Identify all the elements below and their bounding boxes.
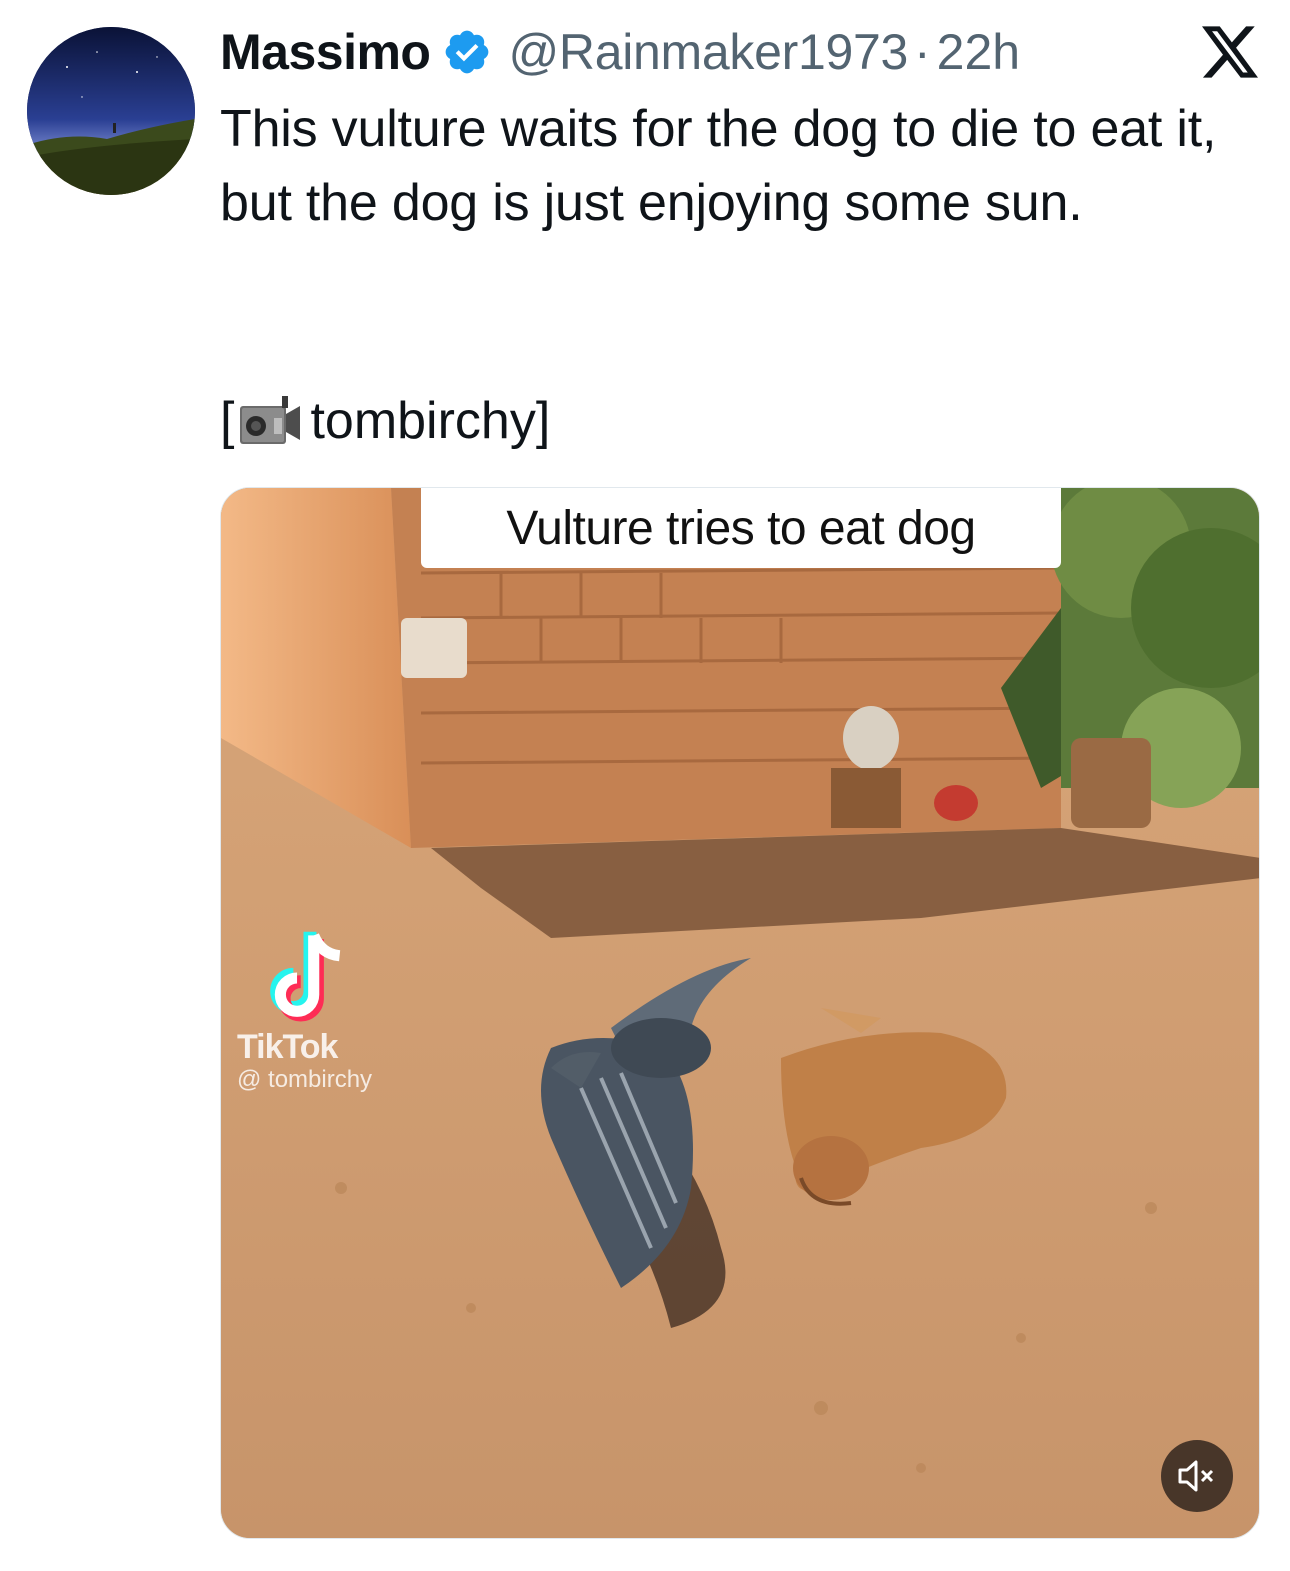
video-caption: Vulture tries to eat dog (421, 488, 1061, 568)
tiktok-username: @ tombirchy (237, 1066, 373, 1093)
display-name[interactable]: Massimo (220, 23, 431, 81)
avatar[interactable] (27, 27, 195, 195)
credit-bracket: [ (220, 392, 235, 450)
video-camera-icon (240, 396, 301, 444)
avatar-night-sky-icon (27, 27, 195, 195)
tiktok-logo-icon (270, 931, 341, 1022)
tweet-card: Massimo @Rainmaker1973 · 22h This vultur… (0, 0, 1290, 1571)
timestamp[interactable]: 22h (937, 23, 1020, 81)
video-player[interactable]: Vulture tries to eat dog TikTok @ tombir… (220, 487, 1260, 1539)
tweet-header: Massimo @Rainmaker1973 · 22h (220, 22, 1020, 82)
separator-dot: · (914, 24, 931, 80)
x-logo-icon[interactable] (1202, 26, 1258, 78)
mute-button[interactable] (1161, 1440, 1233, 1512)
tiktok-app-label: TikTok (237, 1028, 338, 1066)
speaker-muted-icon (1178, 1460, 1214, 1492)
verified-badge-icon (446, 30, 489, 74)
handle[interactable]: @Rainmaker1973 (508, 23, 908, 81)
credit-name[interactable]: tombirchy] (310, 384, 550, 458)
tweet-text: This vulture waits for the dog to die to… (220, 100, 1217, 232)
tiktok-watermark: TikTok @ tombirchy (235, 928, 435, 1093)
video-credit: [ tombirchy] (220, 384, 550, 458)
